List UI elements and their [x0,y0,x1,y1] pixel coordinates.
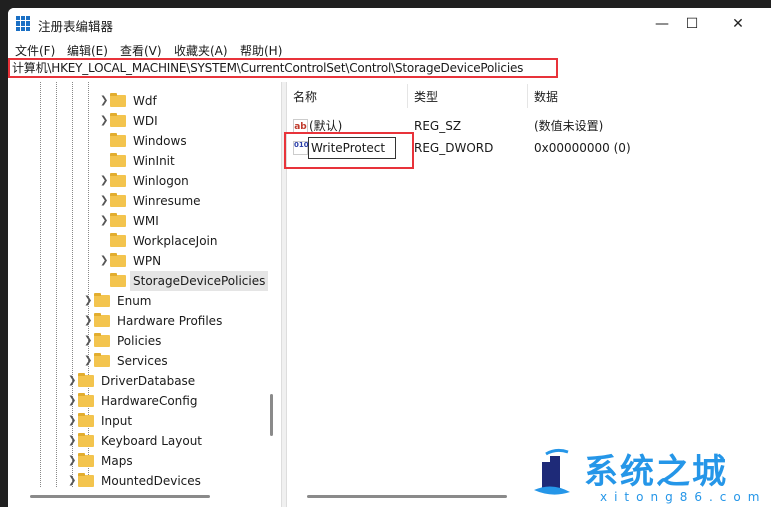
string-value-icon: ab [293,119,308,133]
title-bar: 注册表编辑器 — ☐ ✕ [8,8,771,40]
maximize-button[interactable]: ☐ [672,12,712,36]
folder-icon [94,293,110,307]
chevron-right-icon[interactable]: ❯ [100,191,110,211]
registry-editor-window: 注册表编辑器 — ☐ ✕ 文件(F) 编辑(E) 查看(V) 收藏夹(A) 帮助… [8,8,771,507]
folder-icon [94,313,110,327]
window-title: 注册表编辑器 [38,19,114,34]
folder-icon [78,413,94,427]
folder-icon [110,113,126,127]
menu-edit[interactable]: 编辑(E) [67,42,108,59]
chevron-right-icon[interactable]: ❯ [68,451,78,471]
tree-scrollbar-thumb[interactable] [270,394,273,436]
tree-node-label: Policies [117,334,162,348]
tree-node-label: WinInit [133,154,175,168]
tree-node-label: WPN [133,254,162,268]
chevron-right-icon[interactable]: ❯ [100,91,110,111]
tree-node-label: Wdf [133,94,157,108]
column-header-data[interactable]: 数据 [534,88,558,105]
chevron-right-icon[interactable]: ❯ [68,431,78,451]
folder-icon [94,353,110,367]
address-bar[interactable]: 计算机\HKEY_LOCAL_MACHINE\SYSTEM\CurrentCon… [8,58,558,78]
menu-help[interactable]: 帮助(H) [240,42,282,59]
close-button[interactable]: ✕ [718,12,758,36]
folder-icon [110,153,126,167]
tree-node-label: WorkplaceJoin [133,234,218,248]
tree-node-label: Maps [101,454,133,468]
chevron-right-icon[interactable]: ❯ [68,391,78,411]
value-data: 0x00000000 (0) [534,141,631,155]
folder-icon [110,193,126,207]
tree-node-label: Keyboard Layout [101,434,203,448]
menu-file[interactable]: 文件(F) [15,42,55,59]
watermark-en: xitong86.com [600,490,767,504]
regedit-app-icon [16,16,31,31]
folder-icon [110,253,126,267]
chevron-right-icon[interactable]: ❯ [84,331,94,351]
folder-icon [94,333,110,347]
chevron-right-icon[interactable]: ❯ [100,251,110,271]
tree-node-label: Winlogon [133,174,189,188]
tree-node-label: Services [117,354,168,368]
folder-icon [78,473,94,487]
menu-favorites[interactable]: 收藏夹(A) [174,42,228,59]
chevron-right-icon[interactable]: ❯ [84,291,94,311]
watermark-logo: 系统之城 xitong86.com [520,438,771,507]
folder-icon [110,133,126,147]
menu-view[interactable]: 查看(V) [120,42,162,59]
column-header-name[interactable]: 名称 [293,88,317,105]
chevron-right-icon[interactable]: ❯ [84,311,94,331]
folder-icon [110,173,126,187]
tree-node-label: Enum [117,294,152,308]
chevron-right-icon[interactable]: ❯ [100,111,110,131]
menu-bar: 文件(F) 编辑(E) 查看(V) 收藏夹(A) 帮助(H) [8,40,771,60]
folder-icon [78,373,94,387]
column-header-type[interactable]: 类型 [414,88,438,105]
highlight-box [284,132,414,169]
chevron-right-icon[interactable]: ❯ [68,471,78,487]
folder-icon [110,233,126,247]
tree-horizontal-scrollbar[interactable] [8,487,281,507]
value-type: REG_SZ [414,119,462,133]
folder-icon [78,393,94,407]
value-data: (数值未设置) [534,119,604,133]
folder-icon [78,433,94,447]
tree-node-label: Hardware Profiles [117,314,223,328]
watermark-cn: 系统之城 [584,452,728,492]
tree-node-label: MountedDevices [101,474,201,487]
chevron-right-icon[interactable]: ❯ [68,411,78,431]
folder-icon [110,273,126,287]
chevron-right-icon[interactable]: ❯ [100,171,110,191]
key-tree: ❯ Wdf ❯ WDI Windows WinInit ❯ Winlogon ❯ Winresum… [8,82,281,487]
folder-icon [78,453,94,467]
tree-node-label: HardwareConfig [101,394,198,408]
tree-node-label: StorageDevicePolicies [130,271,269,291]
chevron-right-icon[interactable]: ❯ [68,371,78,391]
tree-node-label: WDI [133,114,158,128]
tree-node-label: Winresume [133,194,201,208]
tree-node-label: WMI [133,214,159,228]
folder-icon [110,93,126,107]
folder-icon [110,213,126,227]
tree-node-label: DriverDatabase [101,374,196,388]
tree-node-label: Input [101,414,133,428]
castle-logo-icon [534,448,570,495]
value-type: REG_DWORD [414,141,494,155]
chevron-right-icon[interactable]: ❯ [100,211,110,231]
values-list: 名称 类型 数据 ab (默认) REG_SZ (数值未设置) 010 REG_… [284,82,771,487]
tree-node-label: Windows [133,134,187,148]
chevron-right-icon[interactable]: ❯ [84,351,94,371]
